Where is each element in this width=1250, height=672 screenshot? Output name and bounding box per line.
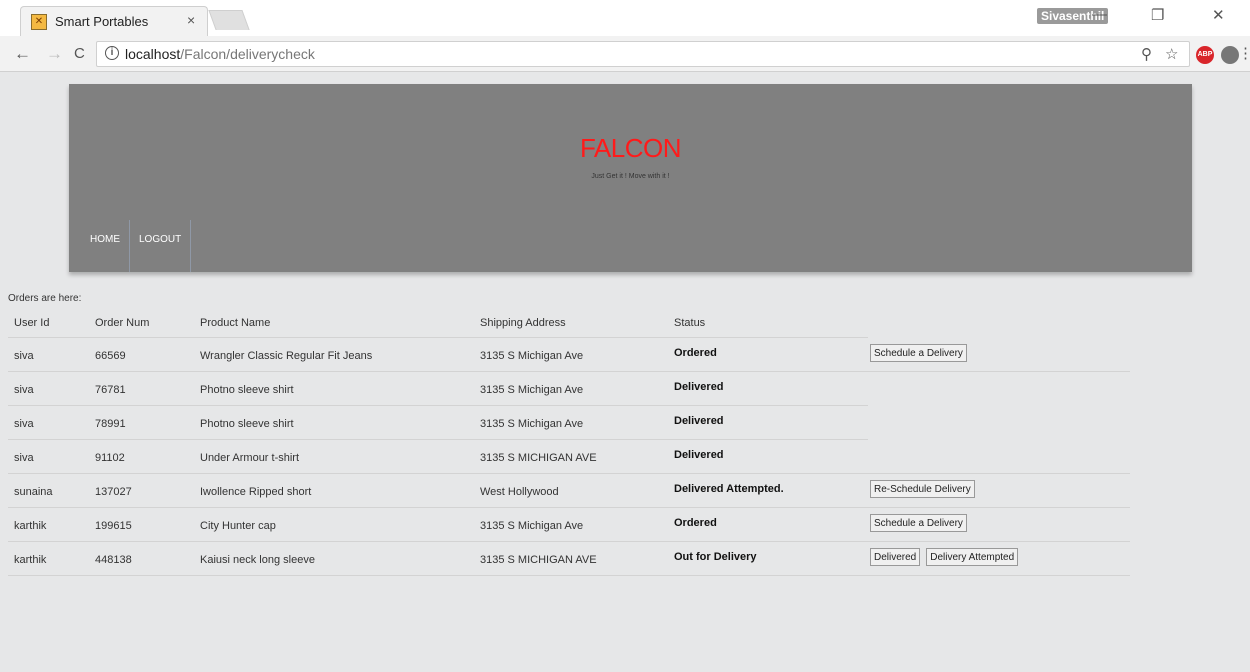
- cell-order-num: 66569: [95, 350, 126, 362]
- delivery-attempted-button[interactable]: Delivery Attempted: [926, 548, 1019, 566]
- forward-icon[interactable]: →: [46, 44, 63, 64]
- table-row: siva 91102 Under Armour t-shirt 3135 S M…: [8, 440, 1130, 474]
- browser-menu-icon[interactable]: ⋮: [1238, 44, 1250, 62]
- cell-status: Delivered: [674, 381, 724, 393]
- cell-status: Ordered: [674, 347, 717, 359]
- cell-shipping-address: 3135 S Michigan Ave: [480, 350, 584, 362]
- cell-shipping-address: 3135 S Michigan Ave: [480, 418, 584, 430]
- cell-order-num: 91102: [95, 452, 125, 464]
- cell-product-name: City Hunter cap: [200, 520, 276, 532]
- browser-tab[interactable]: ✕ Smart Portables ×: [20, 6, 208, 36]
- table-header: User Id Order Num Product Name Shipping …: [8, 306, 868, 338]
- table-row: karthik 199615 City Hunter cap 3135 S Mi…: [8, 508, 1130, 542]
- cell-user-id: siva: [14, 452, 34, 464]
- cell-product-name: Kaiusi neck long sleeve: [200, 554, 315, 566]
- nav-item-home[interactable]: HOME: [81, 220, 130, 272]
- cell-status: Ordered: [674, 517, 717, 529]
- zoom-icon[interactable]: ⚲: [1141, 45, 1152, 63]
- tab-title: Smart Portables: [55, 14, 149, 29]
- cell-user-id: sunaina: [14, 486, 53, 498]
- cell-shipping-address: 3135 S Michigan Ave: [480, 384, 584, 396]
- cell-shipping-address: West Hollywood: [480, 486, 559, 498]
- cell-user-id: karthik: [14, 554, 47, 566]
- restore-icon[interactable]: ❐: [1151, 6, 1164, 24]
- cell-user-id: karthik: [14, 520, 47, 532]
- new-tab-button[interactable]: [208, 10, 250, 30]
- cell-user-id: siva: [14, 418, 34, 430]
- site-favicon-icon: ✕: [31, 14, 47, 30]
- column-header-shipping-address: Shipping Address: [480, 317, 566, 329]
- orders-label: Orders are here:: [8, 293, 82, 304]
- url-text[interactable]: localhost/Falcon/deliverycheck: [125, 46, 315, 62]
- site-brand: FALCON: [579, 133, 682, 163]
- browser-toolbar: ← → C i localhost/Falcon/deliverycheck ⚲…: [0, 36, 1250, 72]
- column-header-product-name: Product Name: [200, 317, 271, 329]
- address-bar[interactable]: i localhost/Falcon/deliverycheck ⚲ ☆: [96, 41, 1190, 67]
- orders-table: User Id Order Num Product Name Shipping …: [8, 306, 1130, 576]
- extension-icon[interactable]: [1221, 46, 1239, 64]
- table-row: karthik 448138 Kaiusi neck long sleeve 3…: [8, 542, 1130, 576]
- back-icon[interactable]: ←: [14, 44, 31, 64]
- cell-product-name: Photno sleeve shirt: [200, 418, 294, 430]
- site-header: FALCON Just Get it ! Move with it ! HOME…: [69, 84, 1192, 272]
- info-icon[interactable]: i: [105, 46, 119, 60]
- cell-shipping-address: 3135 S MICHIGAN AVE: [480, 452, 597, 464]
- cell-order-num: 137027: [95, 486, 132, 498]
- row-actions: Schedule a Delivery: [870, 514, 967, 532]
- cell-product-name: Photno sleeve shirt: [200, 384, 294, 396]
- schedule-delivery-button[interactable]: Schedule a Delivery: [870, 514, 967, 532]
- cell-product-name: Wrangler Classic Regular Fit Jeans: [200, 350, 373, 362]
- minimize-icon[interactable]: —: [1092, 6, 1107, 23]
- url-path: /Falcon/deliverycheck: [180, 46, 315, 62]
- cell-product-name: Iwollence Ripped short: [200, 486, 312, 498]
- schedule-delivery-button[interactable]: Schedule a Delivery: [870, 344, 967, 362]
- url-host: localhost: [125, 46, 181, 62]
- cell-status: Out for Delivery: [674, 551, 757, 563]
- row-actions: Delivered Delivery Attempted: [870, 548, 1019, 566]
- cell-status: Delivered: [674, 415, 724, 427]
- cell-order-num: 448138: [95, 554, 132, 566]
- cell-user-id: siva: [14, 350, 34, 362]
- mark-delivered-button[interactable]: Delivered: [870, 548, 921, 566]
- reload-icon[interactable]: C: [74, 45, 85, 62]
- reschedule-delivery-button[interactable]: Re-Schedule Delivery: [870, 480, 975, 498]
- table-row: sunaina 137027 Iwollence Ripped short We…: [8, 474, 1130, 508]
- site-tagline: Just Get it ! Move with it !: [591, 173, 670, 180]
- row-actions: Re-Schedule Delivery: [870, 480, 975, 498]
- table-row: siva 78991 Photno sleeve shirt 3135 S Mi…: [8, 406, 1130, 440]
- cell-shipping-address: 3135 S MICHIGAN AVE: [480, 554, 597, 566]
- column-header-user-id: User Id: [14, 317, 50, 329]
- tab-close-icon[interactable]: ×: [187, 12, 195, 28]
- column-header-order-num: Order Num: [95, 317, 150, 329]
- nav-menu: HOME LOGOUT: [81, 220, 192, 272]
- cell-user-id: siva: [14, 384, 34, 396]
- cell-order-num: 199615: [95, 520, 132, 532]
- cell-order-num: 78991: [95, 418, 126, 430]
- table-row: siva 66569 Wrangler Classic Regular Fit …: [8, 338, 1130, 372]
- cell-product-name: Under Armour t-shirt: [200, 452, 300, 464]
- table-row: siva 76781 Photno sleeve shirt 3135 S Mi…: [8, 372, 1130, 406]
- adblock-extension-icon[interactable]: ABP: [1196, 46, 1214, 64]
- cell-status: Delivered Attempted.: [674, 483, 784, 495]
- browser-tab-bar: ✕ Smart Portables × Sivasenthil — ❐ ✕: [0, 0, 1250, 36]
- cell-shipping-address: 3135 S Michigan Ave: [480, 520, 584, 532]
- column-header-status: Status: [674, 317, 706, 329]
- window-close-icon[interactable]: ✕: [1212, 6, 1225, 24]
- cell-order-num: 76781: [95, 384, 126, 396]
- bookmark-star-icon[interactable]: ☆: [1165, 45, 1178, 63]
- nav-item-logout[interactable]: LOGOUT: [130, 220, 192, 272]
- cell-status: Delivered: [674, 449, 724, 461]
- row-actions: Schedule a Delivery: [870, 344, 967, 362]
